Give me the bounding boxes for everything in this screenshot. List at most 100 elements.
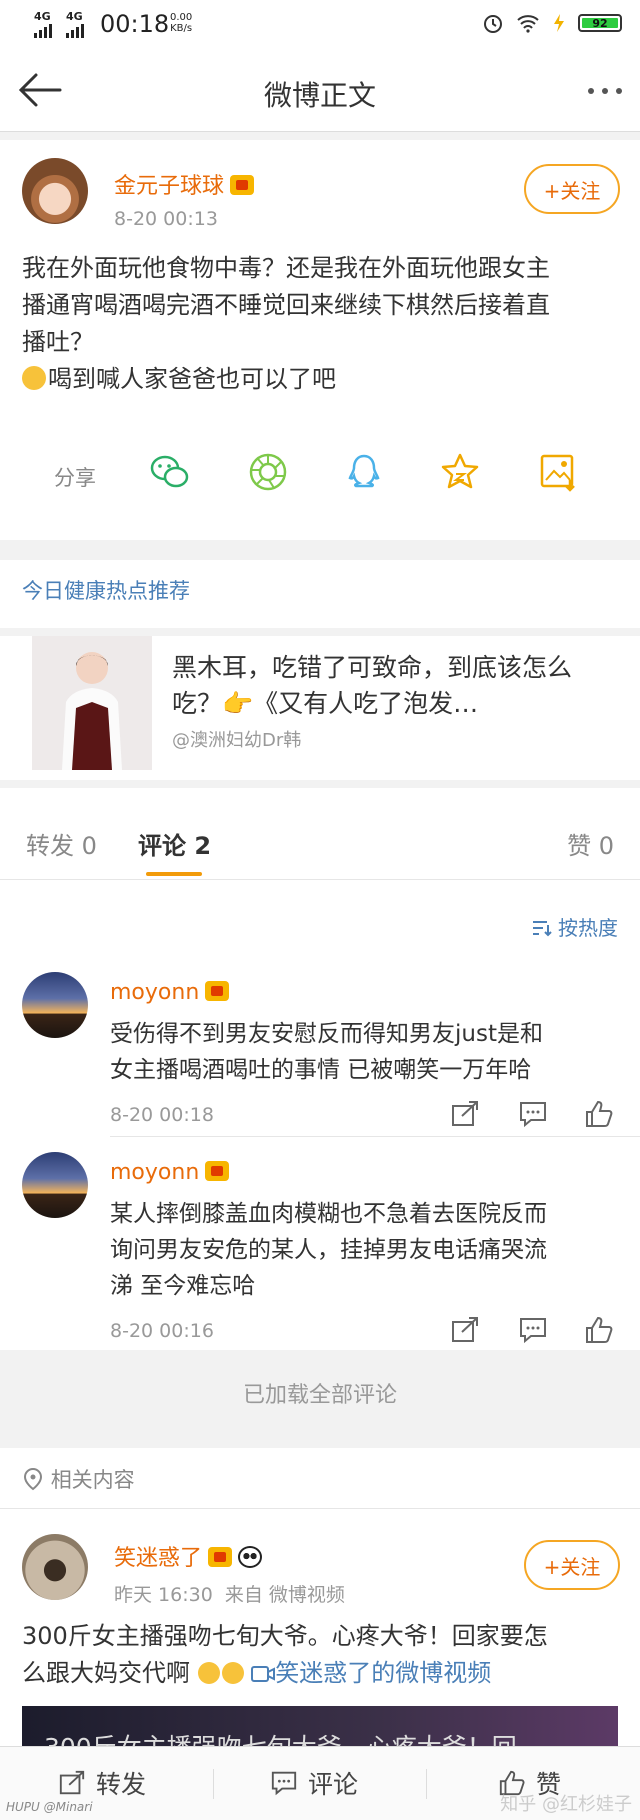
signal-icon-1 <box>34 24 52 38</box>
related-text-line-2: 么跟大妈交代啊 笑迷惑了的微博视频 <box>22 1655 632 1692</box>
comment-time: 8-20 00:18 <box>110 1104 214 1126</box>
post-text: 我在外面玩他食物中毒？还是我在外面玩他跟女主 播通宵喝酒喝完酒不睡觉回来继续下棋… <box>22 250 622 398</box>
reply-comment-icon[interactable] <box>518 1316 548 1344</box>
sort-icon <box>532 921 552 937</box>
divider <box>213 1769 214 1799</box>
share-label: 分享 <box>54 466 96 490</box>
related-follow-button[interactable]: +关注 <box>524 1540 620 1590</box>
wechat-share-icon[interactable] <box>148 450 192 494</box>
follow-button[interactable]: +关注 <box>524 164 620 214</box>
network-speed: 0.00 KB/s <box>170 12 192 34</box>
related-header-label: 相关内容 <box>50 1468 135 1492</box>
comment-text: 某人摔倒膝盖血肉模糊也不急着去医院反而 询问男友安危的某人，挂掉男友电话痛哭流 … <box>110 1196 620 1304</box>
related-source: 来自 微博视频 <box>224 1584 345 1606</box>
comment-text-line: 女主播喝酒喝吐的事情 已被嘲笑一万年哈 <box>110 1057 532 1083</box>
tab-like[interactable]: 赞 0 <box>567 826 614 861</box>
commenter-name[interactable]: moyonn <box>110 1160 199 1185</box>
post-time: 8-20 00:13 <box>114 208 218 230</box>
wifi-icon <box>517 15 539 33</box>
article-source[interactable]: @澳洲妇幼Dr韩 <box>172 726 301 752</box>
divider <box>426 1769 427 1799</box>
comment-time: 8-20 00:16 <box>110 1320 214 1342</box>
signal-icon-2 <box>66 24 84 38</box>
favorite-star-share-icon[interactable] <box>438 450 482 494</box>
tab-comment[interactable]: 评论 2 <box>138 826 211 861</box>
all-comments-loaded-label: 已加载全部评论 <box>0 1352 640 1440</box>
location-pin-icon <box>23 1467 43 1491</box>
comment-text-line: 某人摔倒膝盖血肉模糊也不急着去医院反而 <box>110 1201 547 1227</box>
comment-text-line: 询问男友安危的某人，挂掉男友电话痛哭流 <box>110 1237 547 1263</box>
repost-comment-icon[interactable] <box>450 1100 480 1128</box>
commenter-avatar[interactable] <box>22 1152 88 1218</box>
article-title[interactable]: 黑木耳，吃错了可致命，到底该怎么吃？👉《又有人吃了泡发… <box>172 650 592 722</box>
related-header: 相关内容 <box>22 1464 135 1494</box>
active-tab-indicator <box>146 872 202 876</box>
repost-icon <box>59 1770 85 1795</box>
divider <box>0 628 640 636</box>
author-name-row[interactable]: 金元子球球 <box>114 168 255 200</box>
related-author-name[interactable]: 笑迷惑了 <box>114 1546 202 1571</box>
vip-badge-icon <box>205 1161 230 1181</box>
network-label-2: 4G <box>66 10 83 23</box>
related-author-row[interactable]: 笑迷惑了 <box>114 1540 263 1572</box>
battery-icon: 92 <box>578 14 622 32</box>
vip-badge-icon <box>205 981 230 1001</box>
divider <box>110 1136 640 1137</box>
laugh-cry-emoji-icon <box>197 1662 220 1684</box>
panda-badge-icon <box>238 1546 263 1568</box>
comment-item: moyonn 某人摔倒膝盖血肉模糊也不急着去医院反而 询问男友安危的某人，挂掉男… <box>0 1152 640 1344</box>
video-link[interactable]: 笑迷惑了的微博视频 <box>251 1659 491 1687</box>
tab-repost[interactable]: 转发 0 <box>26 826 97 861</box>
health-header[interactable]: 今日健康热点推荐 <box>22 575 190 605</box>
post-text-line-emoji: 喝到喊人家爸爸也可以了吧 <box>22 361 622 398</box>
comment-text-line: 受伤得不到男友安慰反而得知男友just是和 <box>110 1021 543 1047</box>
related-text-line: 么跟大妈交代啊 <box>22 1659 190 1687</box>
comment-button[interactable]: 评论 <box>270 1765 358 1801</box>
video-link-label[interactable]: 笑迷惑了的微博视频 <box>275 1659 491 1687</box>
author-avatar[interactable] <box>22 158 88 224</box>
health-recommendation-card[interactable]: 今日健康热点推荐 黑木耳，吃错了可致命，到底该怎么吃？👉《又有人吃了泡发… @澳… <box>0 560 640 780</box>
commenter-name-row[interactable]: moyonn <box>110 1160 230 1185</box>
repost-label[interactable]: 转发 <box>96 1765 146 1801</box>
laugh-cry-emoji-icon <box>221 1662 244 1684</box>
repost-comment-icon[interactable] <box>450 1316 480 1344</box>
like-comment-icon[interactable] <box>584 1100 614 1128</box>
comment-label[interactable]: 评论 <box>308 1765 358 1801</box>
charging-icon <box>554 14 564 32</box>
comment-text-line: 涕 至今难忘哈 <box>110 1273 256 1299</box>
speed-unit: KB/s <box>170 23 193 34</box>
battery-level: 92 <box>592 16 608 30</box>
interaction-tabs: 转发 0 评论 2 赞 0 <box>0 788 640 880</box>
vip-badge-icon <box>208 1547 233 1567</box>
author-name[interactable]: 金元子球球 <box>114 174 224 199</box>
qq-share-icon[interactable] <box>342 450 386 494</box>
shocked-emoji-icon <box>22 366 46 390</box>
repost-button[interactable]: 转发 <box>58 1765 146 1801</box>
vip-badge-icon <box>230 175 255 195</box>
article-thumbnail[interactable] <box>32 636 152 770</box>
status-right: 92 <box>482 12 622 34</box>
more-options-icon[interactable] <box>588 88 622 94</box>
commenter-name[interactable]: moyonn <box>110 980 199 1005</box>
weibo-post: 金元子球球 8-20 00:13 +关注 我在外面玩他食物中毒？还是我在外面玩他… <box>0 140 640 540</box>
network-label-1: 4G <box>34 10 51 23</box>
save-image-share-icon[interactable] <box>536 450 580 494</box>
comment-list: 按热度 moyonn 受伤得不到男友安慰反而得知男友just是和 女主播喝酒喝吐… <box>0 880 640 1350</box>
moments-share-icon[interactable] <box>246 450 290 494</box>
comment-text: 受伤得不到男友安慰反而得知男友just是和 女主播喝酒喝吐的事情 已被嘲笑一万年… <box>110 1016 620 1088</box>
commenter-avatar[interactable] <box>22 972 88 1038</box>
weibo-post-page: 4G 4G 00:18 0.00 KB/s 92 微博正文 金元子球球 8-20… <box>0 0 640 1820</box>
post-text-line: 喝到喊人家爸爸也可以了吧 <box>48 365 336 393</box>
post-text-line: 播吐？ <box>22 328 94 356</box>
related-time: 昨天 16:30 <box>114 1584 213 1606</box>
like-comment-icon[interactable] <box>584 1316 614 1344</box>
sort-by-hot-button[interactable]: 按热度 <box>532 912 618 941</box>
commenter-name-row[interactable]: moyonn <box>110 980 230 1005</box>
related-meta: 昨天 16:30 来自 微博视频 <box>114 1580 345 1607</box>
video-link-icon <box>251 1666 276 1682</box>
post-text-line: 我在外面玩他食物中毒？还是我在外面玩他跟女主 <box>22 254 550 282</box>
reply-comment-icon[interactable] <box>518 1100 548 1128</box>
related-author-avatar[interactable] <box>22 1534 88 1600</box>
page-title: 微博正文 <box>263 79 376 112</box>
sort-label[interactable]: 按热度 <box>558 916 618 940</box>
